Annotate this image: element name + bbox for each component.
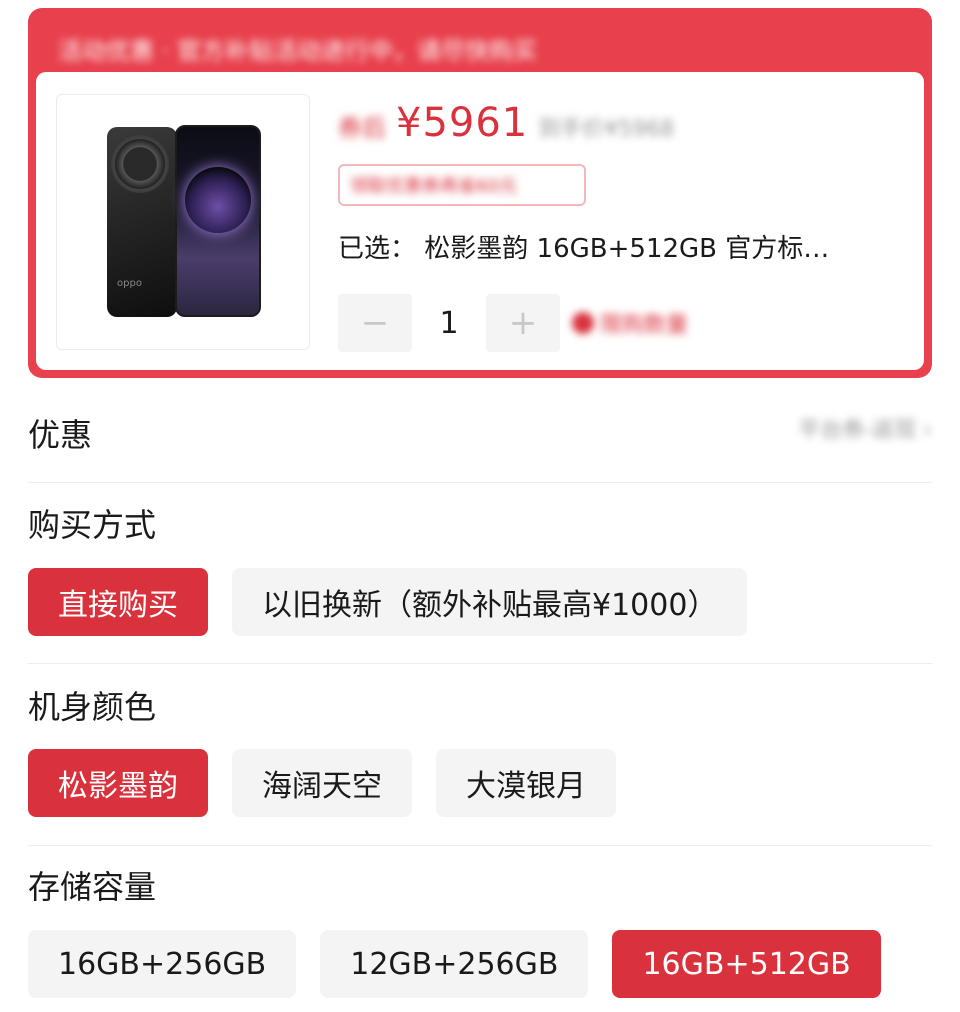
price-row: 券后 ¥5961 到手价¥5968 (338, 100, 674, 146)
option-trade-in[interactable]: 以旧换新（额外补贴最高¥1000） (232, 568, 748, 636)
promo-right-text[interactable]: 平台券-返现 › (798, 412, 932, 444)
banner-text: 活动优惠 · 官方补贴活动进行中，请尽快购买 (58, 36, 537, 65)
color-options: 松影墨韵 海阔天空 大漠银月 (28, 749, 616, 817)
quantity-stepper: − 1 + 限购数量 (338, 294, 688, 352)
storage-option-16-256[interactable]: 16GB+256GB (28, 930, 297, 998)
divider (28, 845, 932, 846)
selected-label: 已选： (338, 234, 417, 264)
purchase-method-title: 购买方式 (28, 506, 157, 544)
quantity-value[interactable]: 1 (412, 306, 486, 341)
promo-banner: 活动优惠 · 官方补贴活动进行中，请尽快购买 (58, 28, 758, 68)
limit-icon (572, 312, 594, 334)
storage-title: 存储容量 (28, 868, 157, 906)
price-label: 券后 (338, 114, 386, 142)
divider (28, 663, 932, 664)
color-title: 机身颜色 (28, 688, 157, 726)
limit-note-text: 限购数量 (600, 313, 689, 338)
product-image[interactable]: oppo (56, 94, 310, 350)
promo-title[interactable]: 优惠 (28, 410, 932, 456)
option-direct-buy[interactable]: 直接购买 (28, 568, 208, 636)
color-option-songying[interactable]: 松影墨韵 (28, 749, 208, 817)
coupon-text: 领取优惠券再省60元 (350, 176, 517, 197)
decrease-button[interactable]: − (338, 294, 412, 352)
storage-options: 16GB+256GB 12GB+256GB 16GB+512GB (28, 930, 881, 998)
divider (28, 482, 932, 483)
phone-brand-label: oppo (117, 278, 142, 289)
wallpaper-moon (185, 167, 251, 233)
color-option-damo[interactable]: 大漠银月 (436, 749, 616, 817)
storage-option-16-512[interactable]: 16GB+512GB (612, 930, 881, 998)
product-price: ¥5961 (396, 100, 529, 146)
camera-module (111, 135, 169, 193)
product-card: 活动优惠 · 官方补贴活动进行中，请尽快购买 oppo 券后 ¥5961 到手价… (28, 8, 932, 378)
color-option-haikuo[interactable]: 海阔天空 (232, 749, 412, 817)
limit-note: 限购数量 (572, 307, 688, 339)
selected-value: 松影墨韵 16GB+512GB 官方标… (424, 234, 830, 264)
storage-option-12-256[interactable]: 12GB+256GB (320, 930, 589, 998)
original-price: 到手价¥5968 (538, 117, 675, 142)
purchase-method-options: 直接购买 以旧换新（额外补贴最高¥1000） (28, 568, 748, 636)
increase-button[interactable]: + (486, 294, 560, 352)
coupon-chip[interactable]: 领取优惠券再省60元 (338, 164, 586, 206)
phone-back-image: oppo (107, 127, 177, 317)
product-info: oppo 券后 ¥5961 到手价¥5968 领取优惠券再省60元 已选： 松影… (36, 72, 924, 370)
phone-front-image (175, 125, 261, 317)
selected-spec[interactable]: 已选： 松影墨韵 16GB+512GB 官方标… (338, 228, 898, 265)
